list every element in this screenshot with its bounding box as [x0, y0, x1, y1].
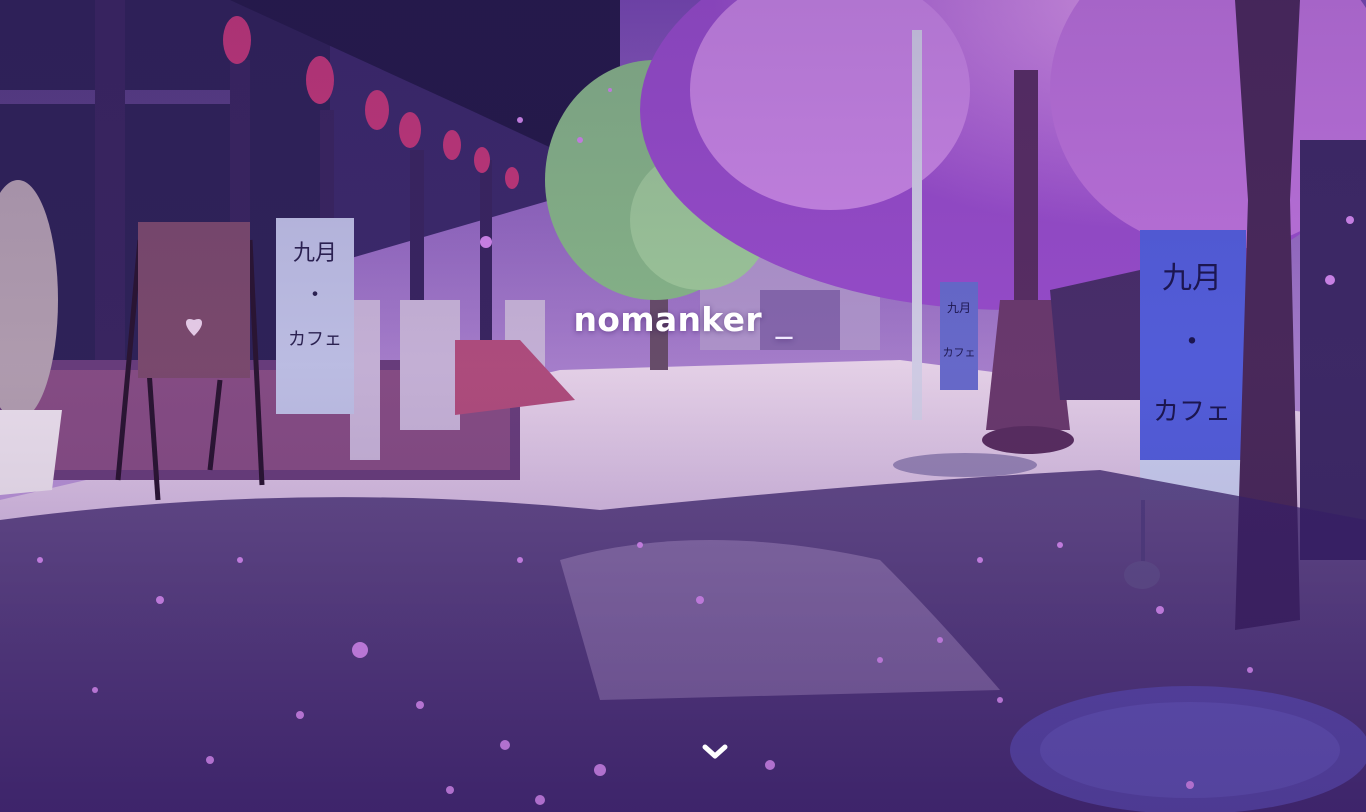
scroll-down-button[interactable] — [698, 738, 732, 766]
svg-text:カフェ: カフェ — [943, 346, 976, 359]
typing-cursor: _ — [775, 300, 793, 339]
background-image: 九月 ・ カフェ 九月 カフェ 九月 ・ カフェ — [0, 0, 1366, 812]
svg-text:カフェ: カフェ — [1153, 397, 1231, 427]
hero-section: 九月 ・ カフェ 九月 カフェ 九月 ・ カフェ nomanker _ — [0, 0, 1366, 812]
site-title: nomanker _ — [0, 296, 1366, 344]
svg-text:九月: 九月 — [293, 241, 337, 266]
svg-text:九月: 九月 — [1162, 261, 1222, 296]
chevron-down-icon — [702, 744, 728, 759]
site-title-text: nomanker — [573, 300, 762, 339]
